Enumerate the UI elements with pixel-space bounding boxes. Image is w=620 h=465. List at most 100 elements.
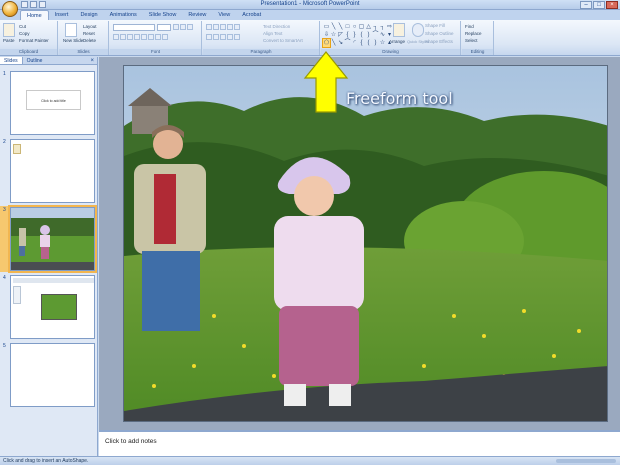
- shrink-font-icon[interactable]: [180, 24, 186, 30]
- increase-indent-icon[interactable]: [227, 24, 233, 30]
- line-shape-icon[interactable]: ╲: [330, 23, 337, 31]
- arrow-shape-icon[interactable]: ⇨: [386, 23, 393, 31]
- arc-shape-icon[interactable]: ◜: [351, 39, 358, 47]
- quick-styles-icon[interactable]: [412, 23, 424, 37]
- brace-shape-icon[interactable]: {: [344, 31, 351, 39]
- arrow-shape-icon[interactable]: ↘: [337, 39, 344, 47]
- font-color-icon[interactable]: [162, 34, 168, 40]
- paste-button[interactable]: Paste: [3, 38, 15, 43]
- scribble-shape-icon[interactable]: ∿: [379, 31, 386, 39]
- slide-thumbnail-4[interactable]: [10, 275, 95, 339]
- arrange-button[interactable]: Arrange: [389, 39, 405, 44]
- new-slide-button[interactable]: New Slide: [63, 38, 83, 43]
- font-name-field[interactable]: [113, 24, 155, 31]
- oval-shape-icon[interactable]: ○: [351, 23, 358, 31]
- find-button[interactable]: Find: [465, 24, 474, 29]
- italic-icon[interactable]: [120, 34, 126, 40]
- replace-button[interactable]: Replace: [465, 31, 482, 36]
- rectangle-shape-icon[interactable]: □: [344, 23, 351, 31]
- close-button[interactable]: ×: [606, 1, 618, 9]
- decrease-indent-icon[interactable]: [220, 24, 226, 30]
- convert-smartart-button[interactable]: Convert to SmartArt: [263, 38, 303, 43]
- tab-review[interactable]: Review: [182, 10, 212, 20]
- slide-thumbnail-1[interactable]: Click to add title: [10, 71, 95, 135]
- slides-pane: Slides Outline × 1 Click to add title 2 …: [0, 57, 98, 456]
- minimize-button[interactable]: –: [580, 1, 592, 9]
- zoom-slider[interactable]: [556, 459, 616, 463]
- grow-font-icon[interactable]: [173, 24, 179, 30]
- justify-icon[interactable]: [227, 34, 233, 40]
- text-direction-button[interactable]: Text Direction: [263, 24, 290, 29]
- align-left-icon[interactable]: [206, 34, 212, 40]
- maximize-button[interactable]: □: [593, 1, 605, 9]
- tab-view[interactable]: View: [212, 10, 236, 20]
- office-button[interactable]: [2, 1, 18, 17]
- shape-fill-button[interactable]: Shape Fill: [425, 23, 445, 28]
- copy-button[interactable]: Copy: [19, 31, 30, 36]
- numbering-icon[interactable]: [213, 24, 219, 30]
- cut-button[interactable]: Cut: [19, 24, 26, 29]
- notes-pane[interactable]: Click to add notes: [99, 430, 620, 456]
- spacing-icon[interactable]: [148, 34, 154, 40]
- reset-button[interactable]: Reset: [83, 31, 95, 36]
- bracket-shape-icon[interactable]: (: [358, 31, 365, 39]
- case-icon[interactable]: [155, 34, 161, 40]
- elbow-shape-icon[interactable]: ┐: [379, 23, 386, 31]
- format-painter-button[interactable]: Format Painter: [19, 38, 49, 43]
- text-box-shape-icon[interactable]: ▭: [323, 23, 330, 31]
- shape-effects-button[interactable]: Shape Effects: [425, 39, 453, 44]
- shadow-icon[interactable]: [141, 34, 147, 40]
- clear-format-icon[interactable]: [187, 24, 193, 30]
- strikethrough-icon[interactable]: [134, 34, 140, 40]
- star-shape-icon[interactable]: ☆: [330, 31, 337, 39]
- slide-thumbnail-2[interactable]: [10, 139, 95, 203]
- layout-button[interactable]: Layout: [83, 24, 97, 29]
- delete-button[interactable]: Delete: [83, 38, 96, 43]
- brace-shape-icon[interactable]: {: [358, 39, 365, 47]
- current-slide[interactable]: [123, 65, 608, 422]
- tab-slides[interactable]: Slides: [0, 57, 23, 64]
- select-button[interactable]: Select: [465, 38, 478, 43]
- shape-outline-button[interactable]: Shape Outline: [425, 31, 454, 36]
- brace-shape-icon[interactable]: }: [351, 31, 358, 39]
- new-slide-icon[interactable]: [65, 23, 77, 37]
- bold-icon[interactable]: [113, 34, 119, 40]
- line-shape-icon[interactable]: ╲: [337, 23, 344, 31]
- rounded-rect-shape-icon[interactable]: ▢: [358, 23, 365, 31]
- line-shape-icon[interactable]: ╲: [330, 39, 337, 47]
- align-right-icon[interactable]: [220, 34, 226, 40]
- tab-animations[interactable]: Animations: [104, 10, 143, 20]
- align-center-icon[interactable]: [213, 34, 219, 40]
- font-format-row: [113, 34, 168, 40]
- triangle-shape-icon[interactable]: △: [365, 23, 372, 31]
- align-text-button[interactable]: Align Text: [263, 31, 282, 36]
- star-shape-icon[interactable]: ☆: [379, 39, 386, 47]
- elbow-shape-icon[interactable]: ┐: [372, 23, 379, 31]
- bullets-icon[interactable]: [206, 24, 212, 30]
- slide-photo[interactable]: [124, 66, 608, 422]
- tab-design[interactable]: Design: [74, 10, 103, 20]
- curve-shape-icon[interactable]: ⌒: [372, 31, 379, 39]
- slide-thumbnail-3[interactable]: [8, 205, 97, 273]
- arrange-icon[interactable]: [393, 23, 405, 37]
- paste-icon[interactable]: [3, 23, 15, 37]
- font-size-field[interactable]: [157, 24, 171, 31]
- callout-shape-icon[interactable]: ◸: [337, 31, 344, 39]
- arrow-shape-icon[interactable]: ⇩: [323, 31, 330, 39]
- bracket-shape-icon[interactable]: ): [365, 31, 372, 39]
- bracket-shape-icon[interactable]: ): [372, 39, 379, 47]
- tab-slide-show[interactable]: Slide Show: [143, 10, 183, 20]
- pane-close-icon[interactable]: ×: [87, 57, 97, 64]
- freeform-tool-icon[interactable]: ⬠: [322, 38, 331, 48]
- slide-thumbnail-5[interactable]: [10, 343, 95, 407]
- columns-icon[interactable]: [234, 34, 240, 40]
- tab-home[interactable]: Home: [20, 10, 49, 20]
- tab-insert[interactable]: Insert: [49, 10, 75, 20]
- line-spacing-icon[interactable]: [234, 24, 240, 30]
- tab-acrobat[interactable]: Acrobat: [236, 10, 267, 20]
- underline-icon[interactable]: [127, 34, 133, 40]
- more-shapes-icon[interactable]: ▾: [386, 31, 393, 39]
- curve-shape-icon[interactable]: ⌒: [344, 39, 351, 47]
- tab-outline[interactable]: Outline: [23, 57, 47, 64]
- bracket-shape-icon[interactable]: (: [365, 39, 372, 47]
